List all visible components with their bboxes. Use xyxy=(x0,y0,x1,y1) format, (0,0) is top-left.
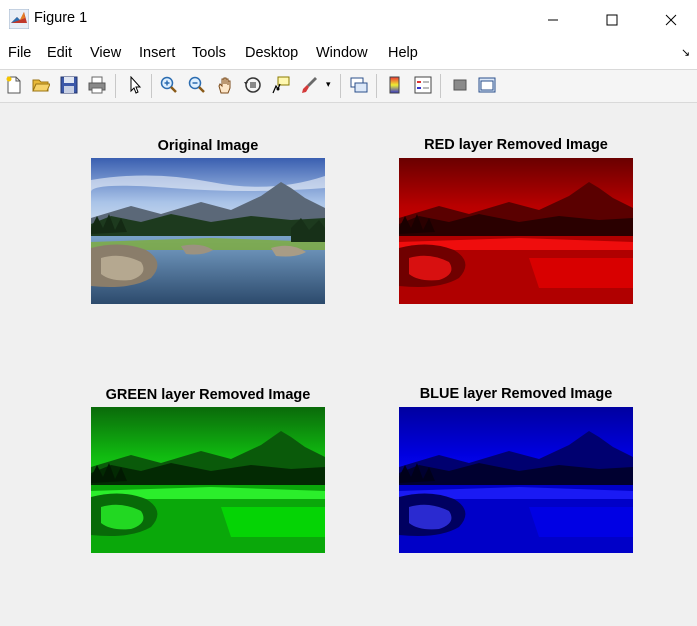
toolbar-separator xyxy=(440,74,441,98)
menu-bar: File Edit View Insert Tools Desktop Wind… xyxy=(0,39,697,69)
menu-view[interactable]: View xyxy=(90,45,121,61)
toolbar-separator xyxy=(376,74,377,98)
subplot-title-original: Original Image xyxy=(157,138,259,154)
data-cursor-icon[interactable] xyxy=(270,74,292,96)
dock-figure-icon[interactable]: ↘ xyxy=(681,46,690,59)
pan-hand-icon[interactable] xyxy=(214,74,236,96)
toolbar-separator xyxy=(151,74,152,98)
show-plot-tools-icon[interactable] xyxy=(476,74,498,96)
minimize-button[interactable] xyxy=(527,0,579,39)
matlab-logo-icon xyxy=(9,9,29,29)
brush-icon[interactable] xyxy=(298,74,320,96)
menu-tools[interactable]: Tools xyxy=(192,45,226,61)
colorbar-icon[interactable] xyxy=(384,74,406,96)
menu-help[interactable]: Help xyxy=(388,45,418,61)
menu-file[interactable]: File xyxy=(8,45,31,61)
blue-layer-removed-image xyxy=(399,407,633,553)
green-layer-removed-image xyxy=(91,407,325,553)
print-icon[interactable] xyxy=(86,74,108,96)
menu-insert[interactable]: Insert xyxy=(139,45,175,61)
brush-dropdown-icon[interactable]: ▾ xyxy=(326,79,331,90)
original-image xyxy=(91,158,325,304)
figure-toolbar: ▾ xyxy=(0,69,697,103)
link-plot-icon[interactable] xyxy=(348,74,370,96)
zoom-in-icon[interactable] xyxy=(158,74,180,96)
minimize-icon xyxy=(548,19,558,20)
save-icon[interactable] xyxy=(58,74,80,96)
maximize-icon xyxy=(606,14,618,25)
red-layer-removed-image xyxy=(399,158,633,304)
title-bar: Figure 1 xyxy=(0,0,697,39)
subplot-title-blue: BLUE layer Removed Image xyxy=(419,386,613,402)
toolbar-separator xyxy=(115,74,116,98)
maximize-button[interactable] xyxy=(586,0,638,39)
hide-plot-tools-icon[interactable] xyxy=(449,74,471,96)
zoom-out-icon[interactable] xyxy=(186,74,208,96)
rotate-3d-icon[interactable] xyxy=(242,74,264,96)
subplot-title-green: GREEN layer Removed Image xyxy=(105,387,311,403)
subplot-title-red: RED layer Removed Image xyxy=(424,137,608,153)
toolbar-separator xyxy=(340,74,341,98)
open-file-icon[interactable] xyxy=(30,74,52,96)
close-button[interactable] xyxy=(645,0,697,39)
figure-window: Figure 1 File Edit View Insert Tools Des… xyxy=(0,0,697,626)
close-icon xyxy=(665,14,677,25)
menu-edit[interactable]: Edit xyxy=(47,45,72,61)
window-title: Figure 1 xyxy=(34,10,88,26)
select-arrow-icon[interactable] xyxy=(124,74,146,96)
menu-window[interactable]: Window xyxy=(316,45,368,61)
new-figure-icon[interactable] xyxy=(3,74,25,96)
legend-icon[interactable] xyxy=(412,74,434,96)
menu-desktop[interactable]: Desktop xyxy=(245,45,298,61)
